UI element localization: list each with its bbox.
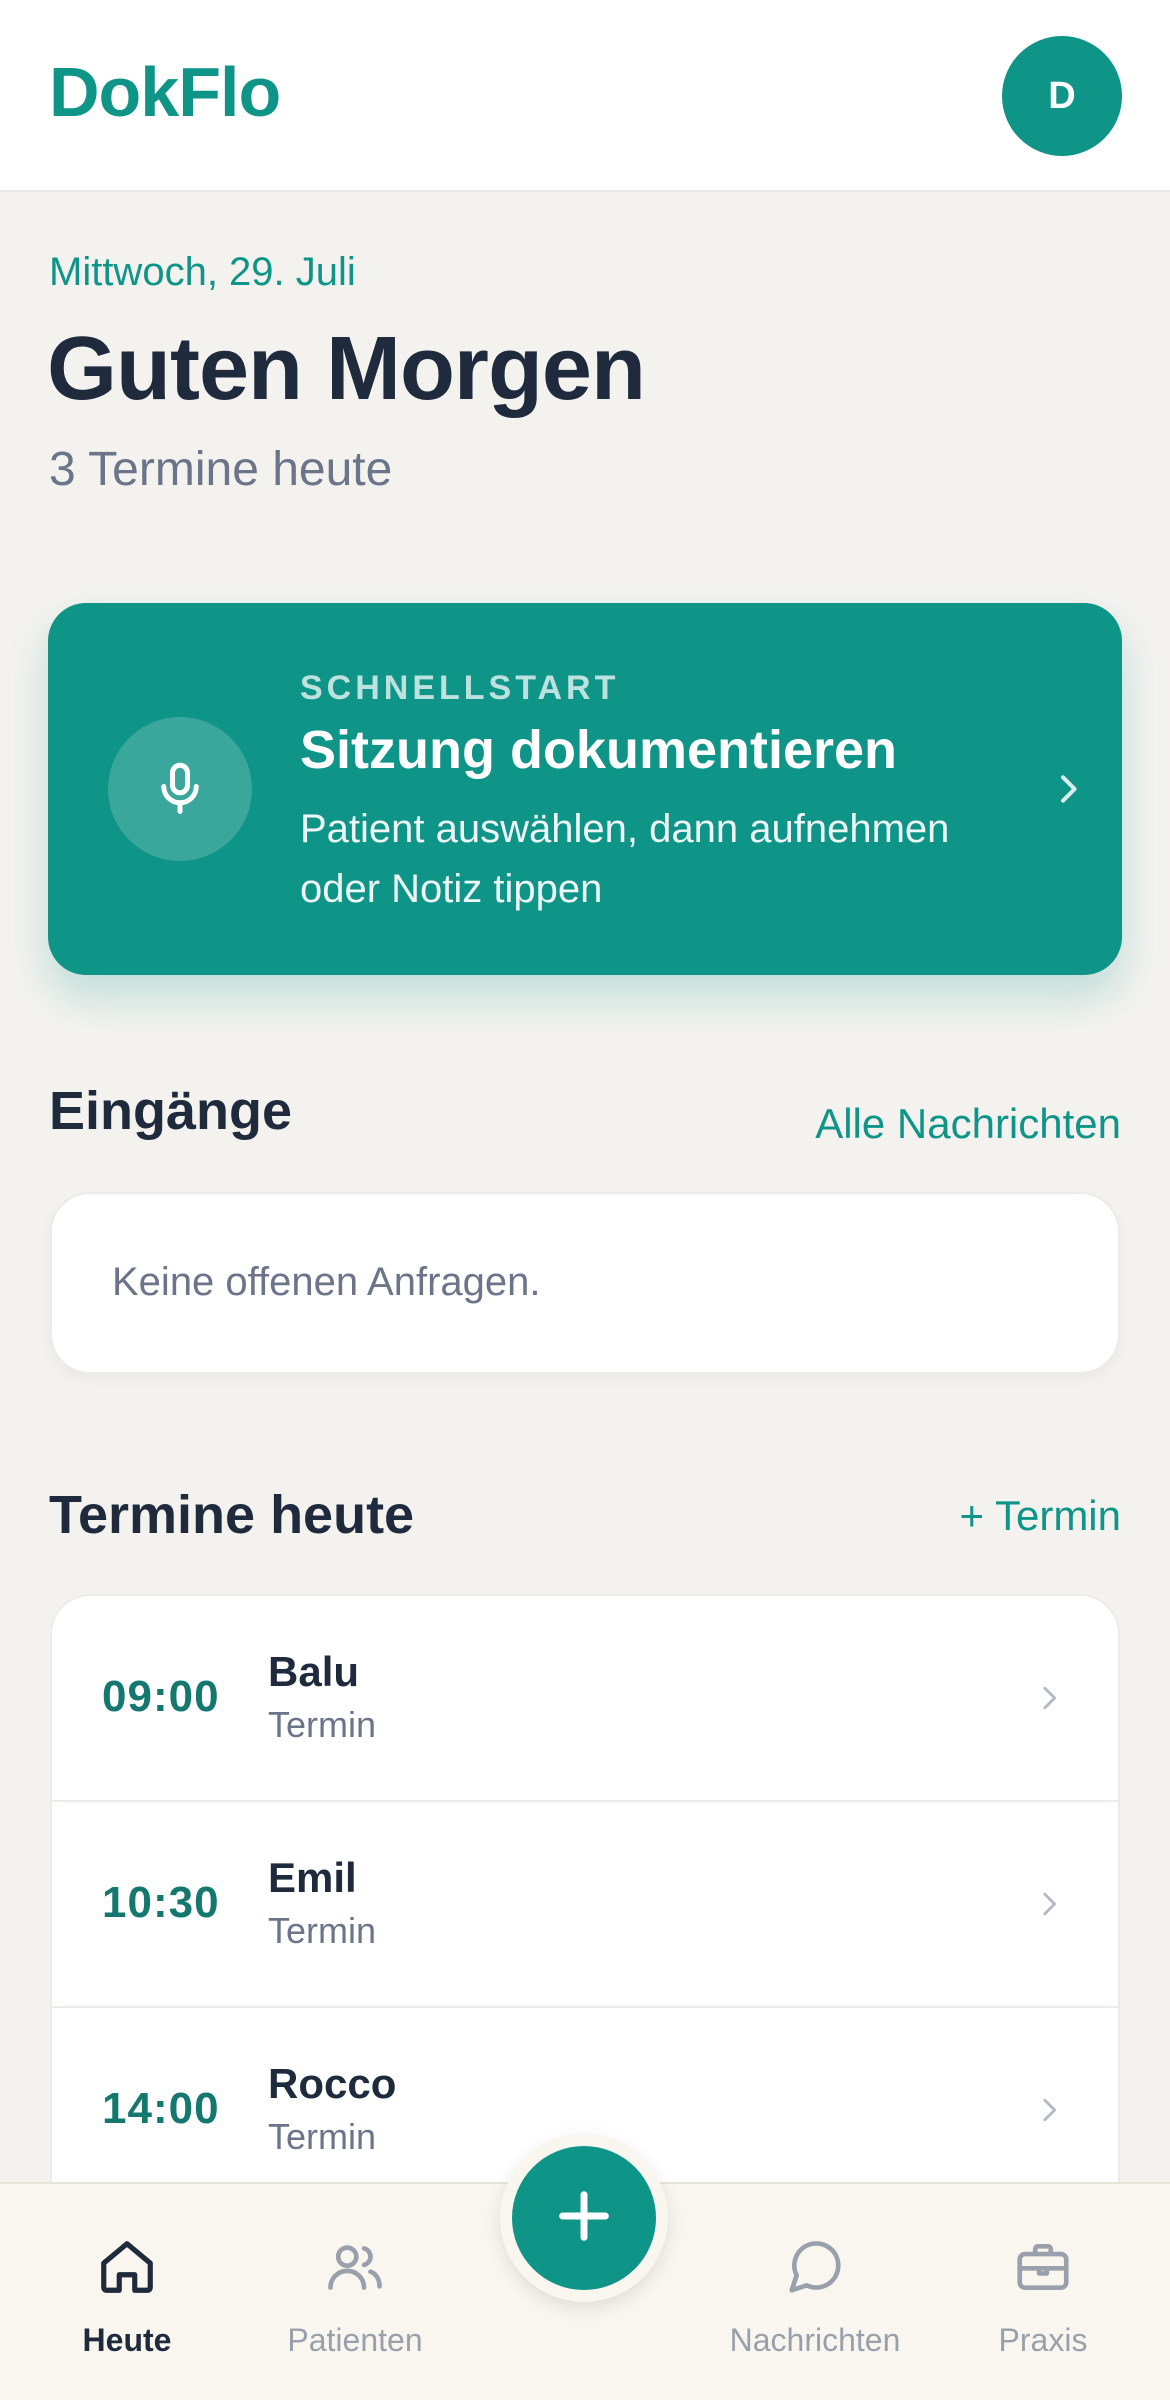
- nav-label: Nachrichten: [729, 2322, 901, 2358]
- app-logo: DokFlo: [49, 53, 281, 131]
- appointment-row[interactable]: 09:00 Balu Termin: [52, 1596, 1118, 1802]
- appointment-patient-name: Emil: [268, 1854, 357, 1901]
- appointment-row[interactable]: 10:30 Emil Termin: [52, 1802, 1118, 2008]
- appointment-type: Termin: [268, 2116, 377, 2157]
- chat-bubble-icon: [784, 2236, 846, 2303]
- appointment-type: Termin: [268, 1910, 377, 1951]
- quickstart-eyebrow: SCHNELLSTART: [300, 669, 620, 707]
- nav-item-nachrichten[interactable]: Nachrichten: [698, 2184, 932, 2400]
- appointments-section-title: Termine heute: [49, 1485, 415, 1545]
- appointment-time: 10:30: [102, 1878, 220, 1927]
- nav-label: Heute: [82, 2322, 172, 2358]
- home-screen: DokFlo D Mittwoch, 29. Juli Guten Morgen…: [0, 0, 1170, 2400]
- add-fab-button[interactable]: [512, 2146, 656, 2290]
- add-appointment-link[interactable]: + Termin: [960, 1492, 1121, 1540]
- nav-item-patienten[interactable]: Patienten: [238, 2184, 472, 2400]
- appointment-type: Termin: [268, 1704, 377, 1745]
- plus-icon: [552, 2184, 616, 2253]
- users-icon: [324, 2236, 386, 2303]
- user-avatar[interactable]: D: [1002, 36, 1122, 156]
- all-messages-link[interactable]: Alle Nachrichten: [815, 1100, 1121, 1148]
- nav-item-heute[interactable]: Heute: [10, 2184, 244, 2400]
- appointment-time: 14:00: [102, 2084, 220, 2133]
- inbox-section-title: Eingänge: [49, 1081, 293, 1141]
- nav-label: Patienten: [287, 2322, 423, 2358]
- current-date: Mittwoch, 29. Juli: [49, 250, 356, 294]
- app-header: DokFlo D: [0, 0, 1170, 192]
- nav-item-praxis[interactable]: Praxis: [926, 2184, 1160, 2400]
- chevron-right-icon: [1048, 767, 1088, 816]
- inbox-card: Keine offenen Anfragen.: [50, 1192, 1120, 1374]
- appointment-patient-name: Balu: [268, 1648, 360, 1695]
- chevron-right-icon: [1032, 1678, 1066, 1723]
- quickstart-card[interactable]: SCHNELLSTART Sitzung dokumentieren Patie…: [48, 603, 1122, 975]
- chevron-right-icon: [1032, 1884, 1066, 1929]
- appointments-count: 3 Termine heute: [49, 443, 393, 496]
- appointment-time: 09:00: [102, 1672, 220, 1721]
- chevron-right-icon: [1032, 2090, 1066, 2135]
- quickstart-description: Patient auswählen, dann aufnehmen oder N…: [300, 807, 950, 911]
- home-icon: [96, 2236, 158, 2303]
- nav-label: Praxis: [998, 2322, 1088, 2358]
- briefcase-icon: [1012, 2236, 1074, 2303]
- inbox-empty-text: Keine offenen Anfragen.: [112, 1260, 541, 1304]
- microphone-icon: [108, 717, 252, 861]
- appointment-patient-name: Rocco: [268, 2060, 397, 2107]
- quickstart-title: Sitzung dokumentieren: [300, 720, 898, 780]
- greeting-title: Guten Morgen: [47, 319, 646, 419]
